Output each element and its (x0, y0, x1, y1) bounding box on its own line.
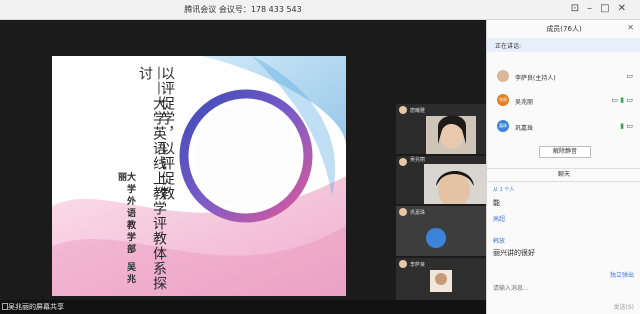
microphone-icon[interactable]: ▮ (620, 122, 624, 130)
member-controls: ▮ ▭ (620, 122, 633, 130)
presentation-slide: 以评促学，以评促教 ——大学英语线上教学评教体系探讨 大学外语教学部 吴兆丽 (52, 56, 346, 296)
screen-share-icon[interactable]: ▭ (611, 96, 618, 104)
camera-icon[interactable]: ▭ (626, 72, 633, 80)
video-tile[interactable]: 吴兆丽 (396, 156, 486, 204)
bottom-bar: 吴兆丽的屏幕共享 (0, 300, 486, 314)
video-name: 巩嘉珠 (410, 210, 426, 216)
avatar: 嘉珠 (497, 120, 509, 132)
side-panel: 成员(76人) ✕ 正在讲话: 李萨良(主持人) ▭ 兆丽 吴兆丽 ▭ ▮ ▭ … (486, 20, 640, 314)
slide-decoration (52, 56, 346, 296)
maximize-icon[interactable]: □ (600, 3, 617, 14)
avatar (399, 106, 407, 114)
send-button[interactable]: 发送(S) (614, 302, 635, 311)
chat-message: 丽兴讲的很好 (493, 249, 535, 257)
chat-system-note: 从 1 个人 (493, 187, 515, 193)
speaking-indicator: 正在讲话: (487, 38, 640, 52)
avatar (497, 70, 509, 82)
member-name: 吴兆丽 (515, 99, 534, 106)
shared-screen-stage: 以评促学，以评促教 ——大学英语线上教学评教体系探讨 大学外语教学部 吴兆丽 唐… (0, 20, 486, 310)
avatar (399, 260, 407, 268)
camera-icon[interactable]: ▭ (626, 96, 633, 104)
member-row[interactable]: 李萨良(主持人) ▭ (487, 66, 640, 86)
camera-icon[interactable]: ▭ (626, 122, 633, 130)
avatar: 兆丽 (497, 94, 509, 106)
video-tile[interactable]: 唐曦雅 (396, 104, 486, 154)
window-title: 腾讯会议 会议号：178 433 543 (184, 5, 302, 14)
video-tile[interactable]: 巩嘉珠 (396, 206, 486, 256)
chat-input[interactable] (491, 278, 637, 298)
title-bar: 腾讯会议 会议号：178 433 543 ⊡–□✕ (0, 0, 640, 20)
chat-sender: 韩放 (493, 238, 506, 245)
microphone-icon[interactable]: ▮ (620, 96, 624, 104)
member-row[interactable]: 嘉珠 巩嘉珠 ▮ ▭ (487, 116, 640, 136)
member-row[interactable]: 兆丽 吴兆丽 ▭ ▮ ▭ (487, 90, 640, 110)
screen-share-label: 吴兆丽的屏幕共享 (8, 303, 64, 311)
members-title: 成员(76人) (546, 25, 582, 33)
slide-subtitle: 大学外语教学部 吴兆丽 (116, 172, 135, 287)
video-name: 唐曦雅 (410, 108, 426, 114)
pin-icon[interactable]: ⊡ (571, 3, 587, 14)
video-column: 唐曦雅 吴兆丽 巩嘉珠 李萨良 (396, 104, 486, 310)
member-controls: ▭ (626, 72, 633, 80)
meeting-window: 腾讯会议 会议号：178 433 543 ⊡–□✕ 以评促学，以评促教 ——大学… (0, 0, 640, 314)
video-name: 吴兆丽 (410, 157, 426, 163)
member-controls: ▭ ▮ ▭ (611, 96, 633, 104)
window-controls: ⊡–□✕ (571, 3, 634, 14)
avatar (399, 158, 407, 166)
video-name: 李萨良 (410, 262, 426, 268)
close-icon[interactable]: ✕ (627, 23, 634, 32)
minimize-icon[interactable]: – (587, 3, 600, 14)
unmute-all-button[interactable]: 解除静音 (539, 146, 591, 158)
slide-title-line-2: ——大学英语线上教学评教体系探讨 (137, 66, 167, 291)
member-name: 李萨良(主持人) (515, 75, 556, 82)
avatar (399, 208, 407, 216)
member-name: 巩嘉珠 (515, 125, 534, 132)
participant-video (424, 164, 486, 204)
close-icon[interactable]: ✕ (618, 3, 634, 14)
chat-sender: 高超 (493, 216, 506, 223)
chat-message: 能 (493, 199, 500, 207)
chat-title: 聊天 (487, 168, 640, 182)
